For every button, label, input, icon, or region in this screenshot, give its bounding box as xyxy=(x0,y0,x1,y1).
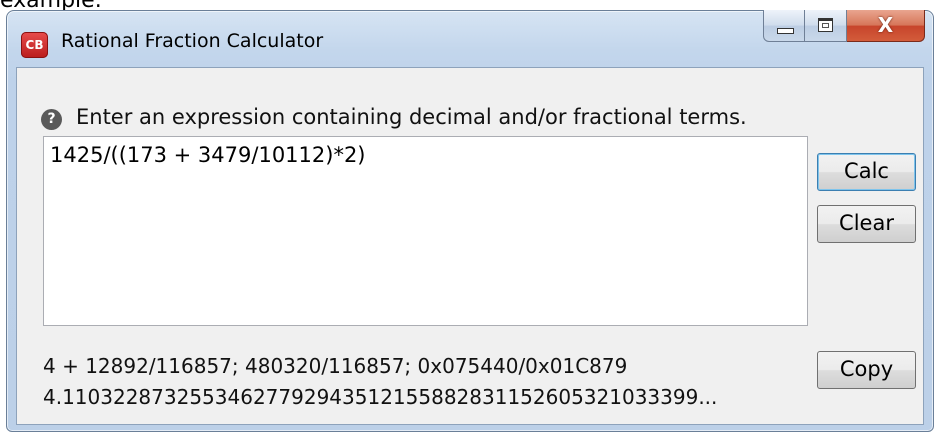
minimize-button[interactable] xyxy=(763,10,805,42)
expression-input[interactable]: 1425/((173 + 3479/10112)*2) xyxy=(43,136,808,326)
calculator-window: CB Rational Fraction Calculator X ? Ente… xyxy=(6,10,934,432)
clear-button[interactable]: Clear xyxy=(817,205,916,243)
instruction-label: Enter an expression containing decimal a… xyxy=(76,105,747,129)
title-bar[interactable]: CB Rational Fraction Calculator X xyxy=(7,10,933,67)
caption-buttons: X xyxy=(763,10,925,44)
maximize-button[interactable] xyxy=(805,10,847,42)
copy-button[interactable]: Copy xyxy=(817,351,916,389)
result-decimal-text: 4.11032287325534627792943512155882831152… xyxy=(43,385,718,409)
client-area: ? Enter an expression containing decimal… xyxy=(16,67,924,425)
app-logo-icon[interactable]: CB xyxy=(21,32,48,58)
result-fraction-text: 4 + 12892/116857; 480320/116857; 0x07544… xyxy=(43,354,628,378)
window-title: Rational Fraction Calculator xyxy=(61,30,324,52)
close-button[interactable]: X xyxy=(847,10,925,42)
maximize-icon xyxy=(818,18,833,32)
calc-button[interactable]: Calc xyxy=(817,153,916,191)
close-icon: X xyxy=(877,13,894,37)
help-icon[interactable]: ? xyxy=(41,109,62,130)
minimize-icon xyxy=(777,28,794,34)
